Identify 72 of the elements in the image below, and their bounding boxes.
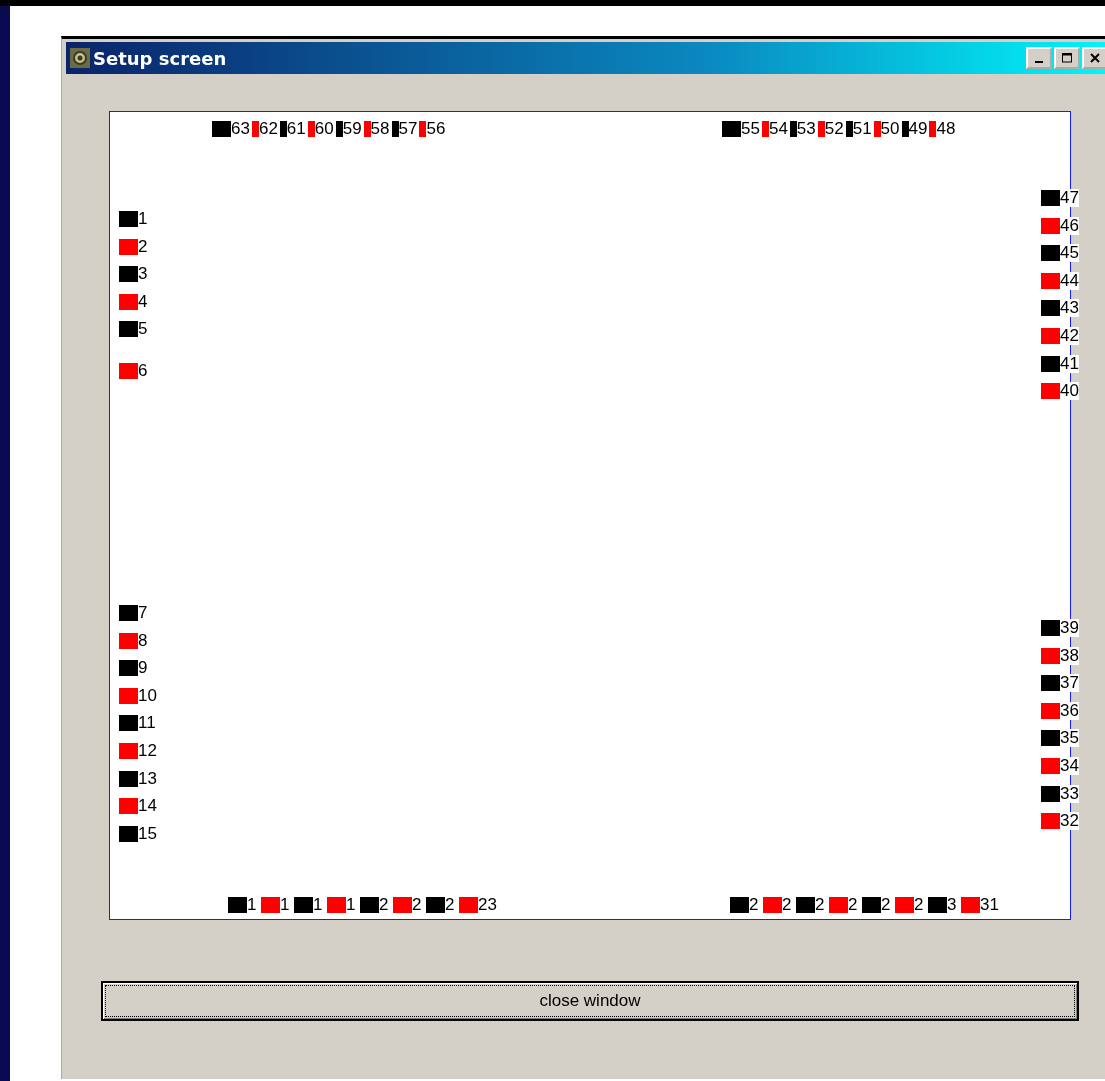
pin-label: 2 bbox=[914, 896, 925, 914]
pin-label: 2 bbox=[749, 896, 760, 914]
pin-label: 32 bbox=[1060, 812, 1079, 831]
pin-label: 54 bbox=[768, 120, 788, 138]
maximize-button[interactable] bbox=[1054, 47, 1080, 69]
pin-label: 13 bbox=[138, 769, 157, 788]
pin-label: 2 bbox=[848, 896, 859, 914]
pin-label: 57 bbox=[398, 120, 418, 138]
pin-label: 2 bbox=[138, 237, 148, 256]
pin-label: 33 bbox=[1060, 784, 1079, 803]
pin-label: 45 bbox=[1060, 244, 1079, 263]
pin-label: 3 bbox=[138, 265, 148, 284]
pin-label: 2 bbox=[445, 896, 456, 914]
pin-label: 52 bbox=[824, 120, 844, 138]
pin-label: 2 bbox=[782, 896, 793, 914]
pin-label: 1 bbox=[313, 896, 324, 914]
pin-label: 15 bbox=[138, 824, 157, 843]
close-icon bbox=[1090, 53, 1100, 63]
pin-label: 60 bbox=[314, 120, 334, 138]
pin-label: 62 bbox=[258, 120, 278, 138]
pin-label: 40 bbox=[1060, 382, 1079, 401]
pin-label: 6 bbox=[138, 361, 148, 380]
pin-label: 59 bbox=[342, 120, 362, 138]
pin-label: 3 bbox=[947, 896, 958, 914]
pin-label: 56 bbox=[426, 120, 446, 138]
pin-label: 42 bbox=[1060, 326, 1079, 345]
gear-icon bbox=[70, 48, 90, 68]
close-window-button[interactable]: close window bbox=[101, 981, 1079, 1021]
pin-label: 7 bbox=[138, 604, 148, 622]
pin-label: 43 bbox=[1060, 299, 1079, 318]
pin-label: 12 bbox=[138, 741, 157, 760]
pin-label: 38 bbox=[1060, 646, 1079, 665]
pin-label: 37 bbox=[1060, 674, 1079, 693]
pin-label: 1 bbox=[346, 896, 357, 914]
pin-label: 39 bbox=[1060, 619, 1079, 637]
maximize-icon bbox=[1062, 53, 1072, 63]
pin-label: 2 bbox=[881, 896, 892, 914]
pin-label: 34 bbox=[1060, 756, 1079, 775]
pin-label: 4 bbox=[138, 292, 148, 311]
pin-label: 46 bbox=[1060, 216, 1079, 235]
pin-label: 47 bbox=[1060, 189, 1079, 207]
pin-label: 55 bbox=[741, 120, 760, 138]
window-title: Setup screen bbox=[93, 47, 227, 69]
pin-label: 2 bbox=[379, 896, 390, 914]
pin-label: 14 bbox=[138, 797, 157, 816]
pin-label: 50 bbox=[880, 120, 900, 138]
pin-label: 44 bbox=[1060, 271, 1079, 290]
pin-label: 23 bbox=[478, 896, 497, 914]
pin-label: 1 bbox=[138, 210, 148, 228]
pin-label: 61 bbox=[286, 120, 306, 138]
close-button[interactable] bbox=[1082, 47, 1105, 69]
pin-label: 2 bbox=[412, 896, 423, 914]
pin-label: 63 bbox=[231, 120, 250, 138]
minimize-icon bbox=[1035, 61, 1043, 63]
pin-label: 35 bbox=[1060, 729, 1079, 748]
pin-label: 51 bbox=[852, 120, 872, 138]
pin-label: 5 bbox=[138, 320, 148, 339]
minimize-button[interactable] bbox=[1026, 47, 1052, 69]
pin-label: 41 bbox=[1060, 354, 1079, 373]
pin-label: 53 bbox=[796, 120, 816, 138]
pin-label: 36 bbox=[1060, 701, 1079, 720]
pin-label: 58 bbox=[370, 120, 390, 138]
pin-label: 9 bbox=[138, 659, 148, 678]
pin-label: 10 bbox=[138, 686, 157, 705]
pin-label: 8 bbox=[138, 631, 148, 650]
pin-label: 48 bbox=[936, 120, 956, 138]
pin-label: 31 bbox=[980, 896, 999, 914]
pin-label: 11 bbox=[138, 714, 156, 733]
pin-label: 2 bbox=[815, 896, 826, 914]
pin-label: 1 bbox=[280, 896, 291, 914]
pin-label: 1 bbox=[247, 896, 258, 914]
pin-label: 49 bbox=[908, 120, 928, 138]
